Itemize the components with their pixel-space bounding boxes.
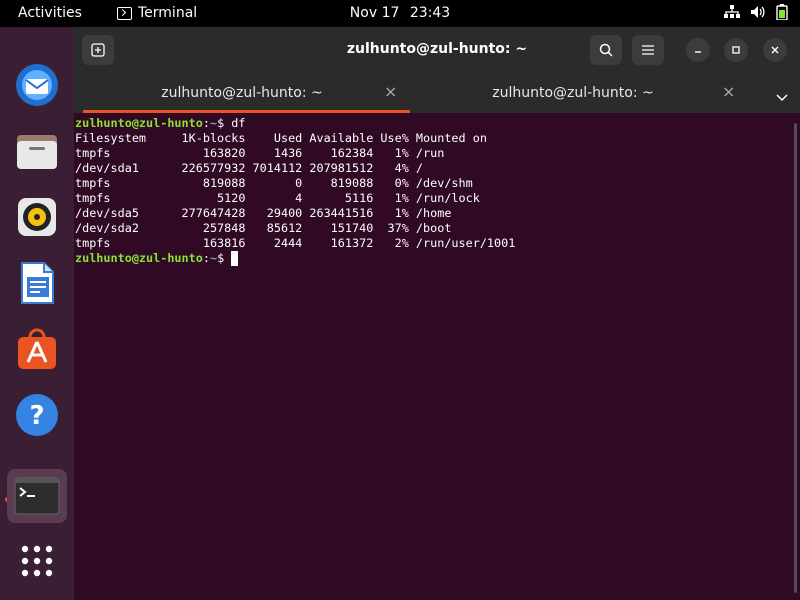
command-text: df — [231, 116, 246, 130]
search-button[interactable] — [590, 35, 622, 65]
terminal-output[interactable]: zulhunto@zul-hunto:~$ df Filesystem 1K-b… — [74, 113, 800, 600]
output-row: /dev/sda1 226577932 7014112 207981512 4%… — [75, 161, 424, 175]
tab-2-close-icon[interactable]: × — [722, 82, 735, 101]
dock-terminal[interactable] — [7, 469, 67, 523]
dock: ? — [0, 27, 74, 600]
prompt-symbol: $ — [217, 116, 232, 130]
dock-help[interactable]: ? — [9, 387, 65, 443]
terminal-icon — [14, 477, 60, 515]
search-icon — [599, 43, 613, 57]
chevron-down-icon — [776, 94, 788, 102]
maximize-icon — [732, 46, 740, 54]
minimize-icon — [695, 51, 701, 53]
current-prompt-line: zulhunto@zul-hunto:~$ — [75, 251, 800, 266]
tab-list-button[interactable] — [776, 87, 788, 106]
dock-show-apps[interactable] — [9, 533, 65, 589]
output-row: /dev/sda2 257848 85612 151740 37% /boot — [75, 221, 452, 235]
clock-date: Nov 17 — [349, 5, 400, 21]
thunderbird-icon — [16, 64, 58, 106]
hamburger-icon — [642, 45, 654, 55]
prompt-separator: : — [202, 116, 210, 130]
tab-1[interactable]: zulhunto@zul-hunto: ~ × — [74, 73, 410, 113]
dock-libreoffice-writer[interactable] — [9, 255, 65, 311]
writer-icon — [21, 262, 54, 304]
prompt-user: zulhunto@zul-hunto — [75, 251, 203, 265]
system-tray[interactable] — [724, 4, 788, 20]
dock-files[interactable] — [9, 123, 65, 179]
prompt-path: ~ — [209, 251, 218, 265]
rhythmbox-icon — [18, 198, 56, 236]
battery-icon[interactable] — [776, 4, 788, 20]
dock-rhythmbox[interactable] — [9, 189, 65, 245]
output-row: tmpfs 819088 0 819088 0% /dev/shm — [75, 176, 473, 190]
maximize-button[interactable] — [724, 38, 748, 62]
volume-icon[interactable] — [750, 5, 766, 19]
network-icon[interactable] — [724, 5, 740, 19]
app-grid-icon — [21, 545, 53, 577]
dock-thunderbird[interactable] — [9, 57, 65, 113]
close-button[interactable] — [763, 38, 787, 62]
output-row: tmpfs 163820 1436 162384 1% /run — [75, 146, 445, 160]
top-bar: Activities Terminal Nov 17 23:43 — [0, 0, 800, 27]
output-row: /dev/sda5 277647428 29400 263441516 1% /… — [75, 206, 452, 220]
dock-ubuntu-software[interactable] — [9, 321, 65, 377]
scrollbar[interactable] — [794, 123, 797, 593]
close-icon — [771, 46, 779, 54]
files-icon — [17, 135, 57, 169]
header-bar[interactable]: zulhunto@zul-hunto: ~ — [74, 27, 800, 73]
tab-2[interactable]: zulhunto@zul-hunto: ~ × — [420, 73, 746, 113]
minimize-button[interactable] — [686, 38, 710, 62]
menu-button[interactable] — [632, 35, 664, 65]
tab-1-label: zulhunto@zul-hunto: ~ — [161, 85, 323, 101]
output-row: tmpfs 163816 2444 161372 2% /run/user/10… — [75, 236, 516, 250]
output-header: Filesystem 1K-blocks Used Available Use%… — [75, 131, 487, 145]
svg-text:?: ? — [29, 401, 44, 431]
tab-1-close-icon[interactable]: × — [384, 82, 397, 101]
prompt-symbol: $ — [217, 251, 232, 265]
prompt-user: zulhunto@zul-hunto — [75, 116, 203, 130]
command-line: zulhunto@zul-hunto:~$ df — [75, 116, 800, 131]
clock-time: 23:43 — [409, 5, 451, 21]
help-icon: ? — [16, 394, 58, 436]
terminal-window: zulhunto@zul-hunto: ~ zulhunto@zul-hunto… — [74, 27, 800, 600]
tab-bar: zulhunto@zul-hunto: ~ × zulhunto@zul-hun… — [74, 73, 800, 113]
clock[interactable]: Nov 17 23:43 — [0, 5, 800, 21]
prompt-path: ~ — [209, 116, 218, 130]
output-row: tmpfs 5120 4 5116 1% /run/lock — [75, 191, 480, 205]
prompt-separator: : — [202, 251, 210, 265]
software-icon — [18, 328, 56, 369]
tab-2-label: zulhunto@zul-hunto: ~ — [492, 85, 654, 101]
text-cursor — [231, 251, 239, 266]
